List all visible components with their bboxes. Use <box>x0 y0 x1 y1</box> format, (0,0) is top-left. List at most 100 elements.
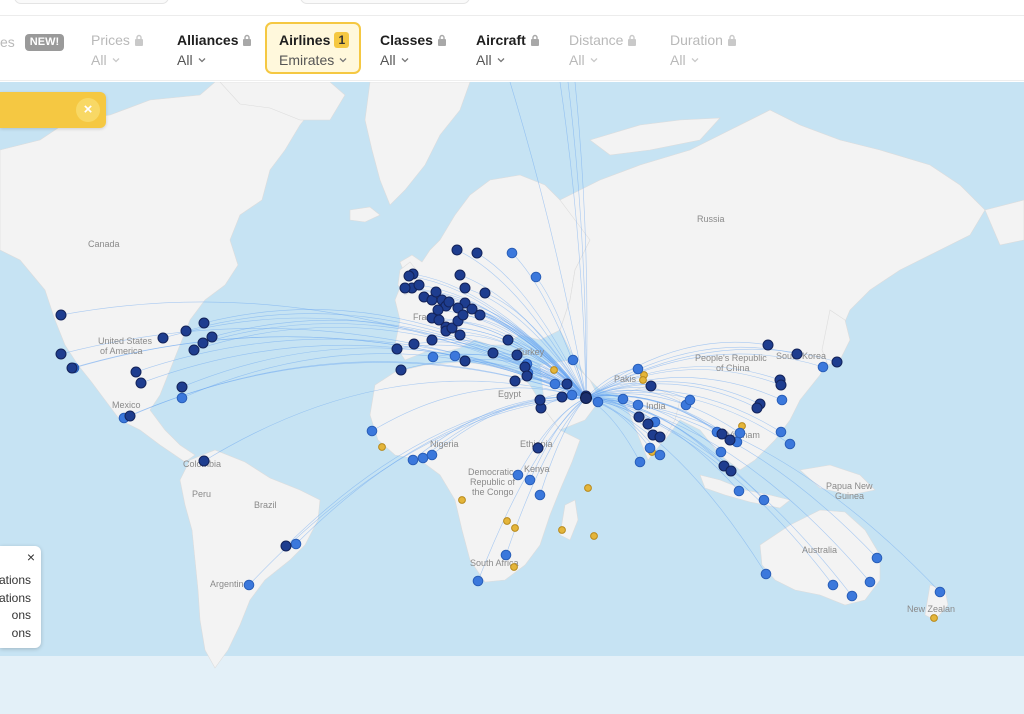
destination-marker-frequent[interactable] <box>775 379 787 391</box>
destination-marker[interactable] <box>566 389 578 401</box>
destination-marker[interactable] <box>506 247 518 259</box>
search-field-edge[interactable] <box>14 0 169 4</box>
destination-marker-frequent[interactable] <box>519 361 531 373</box>
destination-marker-frequent[interactable] <box>206 331 218 343</box>
filter-aircraft[interactable]: Aircraft All <box>476 31 540 75</box>
destination-marker[interactable] <box>644 442 656 454</box>
destination-marker-frequent[interactable] <box>157 332 169 344</box>
partner-destination-marker[interactable] <box>511 524 519 532</box>
filter-alliances[interactable]: Alliances All <box>177 31 252 75</box>
destination-marker-frequent[interactable] <box>479 287 491 299</box>
destination-marker[interactable] <box>654 449 666 461</box>
destination-marker[interactable] <box>733 485 745 497</box>
partner-destination-marker[interactable] <box>590 532 598 540</box>
destination-marker[interactable] <box>758 494 770 506</box>
search-field-edge[interactable] <box>300 0 470 4</box>
hub-marker-dubai[interactable] <box>580 392 592 404</box>
filter-airlines[interactable]: Airlines 1 Emirates <box>265 22 361 74</box>
destination-marker-frequent[interactable] <box>188 344 200 356</box>
destination-marker-frequent[interactable] <box>633 411 645 423</box>
partner-destination-marker[interactable] <box>510 563 518 571</box>
partner-destination-marker[interactable] <box>550 366 558 374</box>
filter-partial-new[interactable]: es NEW! <box>0 33 65 77</box>
destination-marker-frequent[interactable] <box>645 380 657 392</box>
destination-marker-frequent[interactable] <box>66 362 78 374</box>
destination-marker-frequent[interactable] <box>426 334 438 346</box>
destination-marker-frequent[interactable] <box>454 329 466 341</box>
destination-marker[interactable] <box>407 454 419 466</box>
destination-marker[interactable] <box>775 426 787 438</box>
filter-prices[interactable]: Prices All <box>91 31 144 75</box>
destination-marker[interactable] <box>760 568 772 580</box>
destination-marker-frequent[interactable] <box>413 279 425 291</box>
destination-marker-frequent[interactable] <box>130 366 142 378</box>
destination-marker[interactable] <box>472 575 484 587</box>
banner-close-button[interactable]: × <box>76 98 100 122</box>
destination-marker-frequent[interactable] <box>791 348 803 360</box>
destination-marker-frequent[interactable] <box>561 378 573 390</box>
destination-marker-frequent[interactable] <box>135 377 147 389</box>
destination-marker[interactable] <box>734 427 746 439</box>
destination-marker[interactable] <box>846 590 858 602</box>
filter-classes[interactable]: Classes All <box>380 31 447 75</box>
destination-marker-frequent[interactable] <box>534 394 546 406</box>
destination-marker-frequent[interactable] <box>180 325 192 337</box>
destination-marker-frequent[interactable] <box>451 244 463 256</box>
destination-marker-frequent[interactable] <box>459 282 471 294</box>
legend-close-button[interactable]: × <box>27 550 35 564</box>
destination-marker-frequent[interactable] <box>280 540 292 552</box>
destination-marker-frequent[interactable] <box>532 442 544 454</box>
destination-marker-frequent[interactable] <box>724 434 736 446</box>
destination-marker-frequent[interactable] <box>751 402 763 414</box>
destination-marker[interactable] <box>817 361 829 373</box>
destination-marker-frequent[interactable] <box>395 364 407 376</box>
partner-destination-marker[interactable] <box>930 614 938 622</box>
destination-marker[interactable] <box>500 549 512 561</box>
destination-marker[interactable] <box>176 392 188 404</box>
destination-marker[interactable] <box>427 351 439 363</box>
destination-marker[interactable] <box>784 438 796 450</box>
partner-destination-marker[interactable] <box>558 526 566 534</box>
destination-marker-frequent[interactable] <box>198 455 210 467</box>
destination-marker-frequent[interactable] <box>176 381 188 393</box>
destination-marker[interactable] <box>776 394 788 406</box>
destination-marker-frequent[interactable] <box>198 317 210 329</box>
destination-marker[interactable] <box>864 576 876 588</box>
destination-marker[interactable] <box>449 350 461 362</box>
destination-marker-frequent[interactable] <box>831 356 843 368</box>
destination-marker-frequent[interactable] <box>403 270 415 282</box>
destination-marker-frequent[interactable] <box>762 339 774 351</box>
destination-marker[interactable] <box>290 538 302 550</box>
destination-marker-frequent[interactable] <box>642 418 654 430</box>
destination-marker[interactable] <box>417 452 429 464</box>
destination-marker-frequent[interactable] <box>474 309 486 321</box>
destination-marker-frequent[interactable] <box>511 349 523 361</box>
route-map[interactable]: Canada United States of America Mexico C… <box>0 82 1024 714</box>
partner-destination-marker[interactable] <box>503 517 511 525</box>
destination-marker[interactable] <box>632 363 644 375</box>
destination-marker[interactable] <box>549 378 561 390</box>
destination-marker-frequent[interactable] <box>55 348 67 360</box>
destination-marker-frequent[interactable] <box>556 391 568 403</box>
filter-distance[interactable]: Distance All <box>569 31 637 75</box>
destination-marker-frequent[interactable] <box>521 370 533 382</box>
destination-marker[interactable] <box>634 456 646 468</box>
destination-marker-frequent[interactable] <box>197 337 209 349</box>
destination-marker[interactable] <box>934 586 946 598</box>
destination-marker[interactable] <box>715 446 727 458</box>
destination-marker[interactable] <box>871 552 883 564</box>
destination-marker[interactable] <box>684 394 696 406</box>
destination-marker-frequent[interactable] <box>502 334 514 346</box>
destination-marker[interactable] <box>530 271 542 283</box>
destination-marker-frequent[interactable] <box>457 309 469 321</box>
filter-duration[interactable]: Duration All <box>670 31 737 75</box>
destination-marker-frequent[interactable] <box>471 247 483 259</box>
destination-marker[interactable] <box>512 469 524 481</box>
destination-marker[interactable] <box>243 579 255 591</box>
destination-marker-frequent[interactable] <box>459 355 471 367</box>
destination-marker-frequent[interactable] <box>454 269 466 281</box>
map-canvas[interactable]: Canada United States of America Mexico C… <box>0 82 1024 714</box>
destination-marker-frequent[interactable] <box>654 431 666 443</box>
destination-marker[interactable] <box>534 489 546 501</box>
destination-marker-frequent[interactable] <box>725 465 737 477</box>
